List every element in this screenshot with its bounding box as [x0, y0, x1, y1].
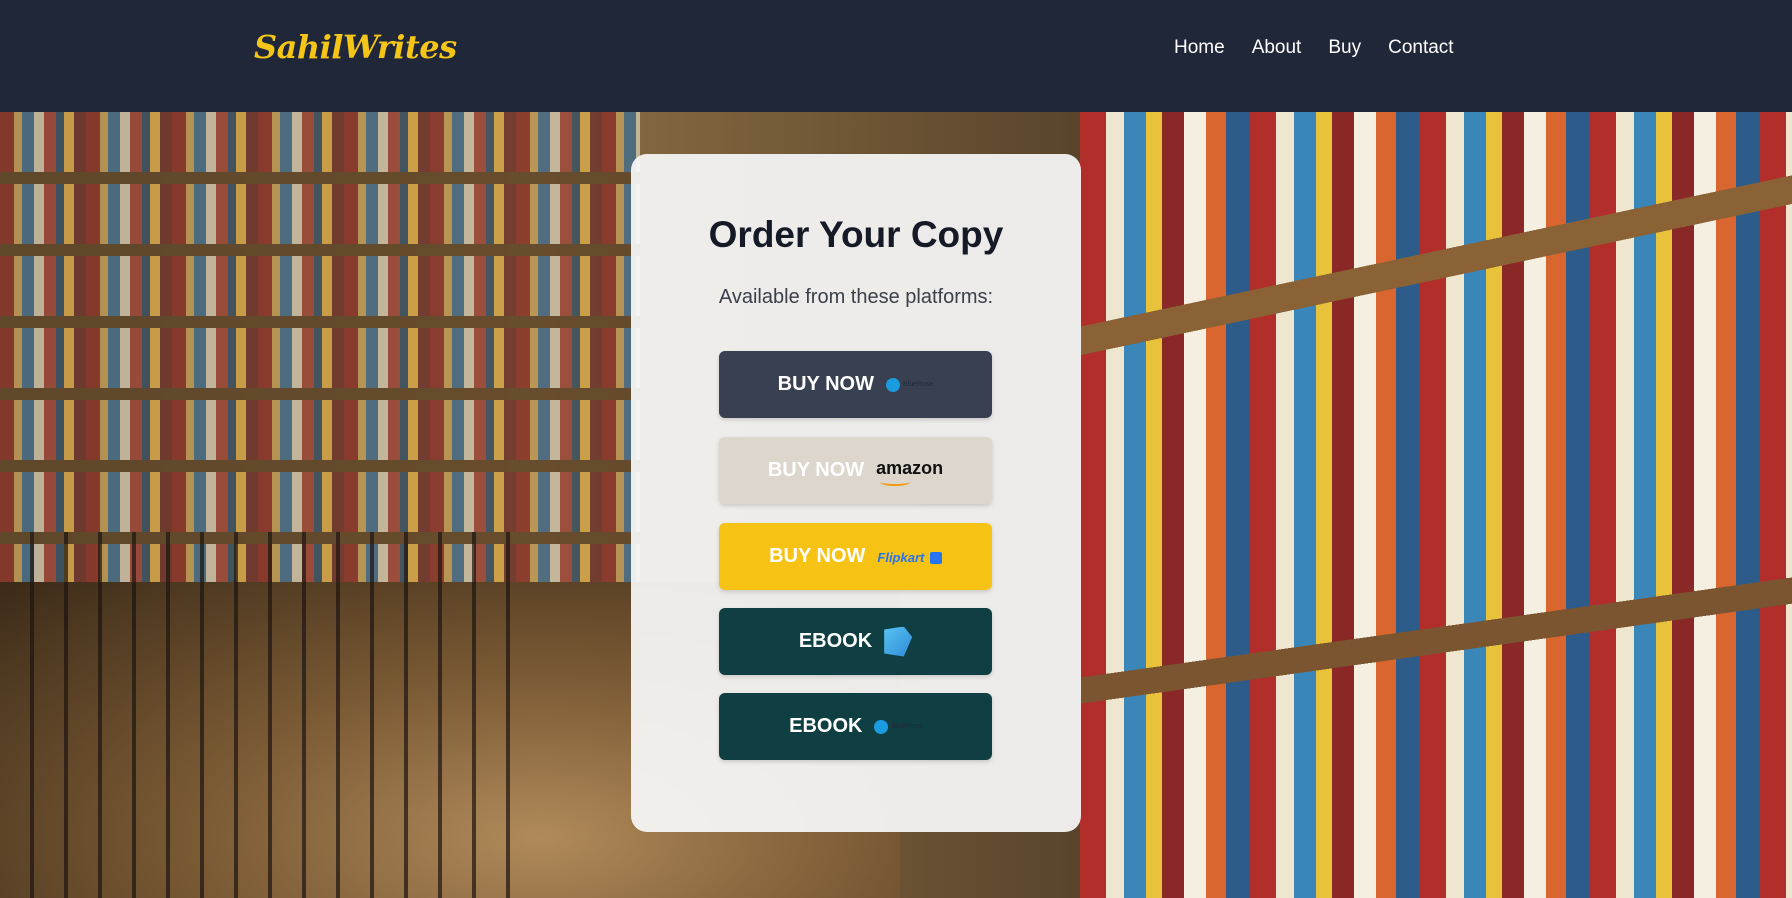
google-play-books-icon: [884, 626, 913, 657]
top-navbar: SahilWrites Home About Buy Contact: [0, 0, 1792, 112]
buy-label: BUY NOW: [777, 373, 874, 395]
ebook-label: EBOOK: [789, 715, 863, 737]
ebook-google-play-button[interactable]: EBOOK: [719, 608, 992, 675]
buy-label: BUY NOW: [769, 545, 866, 567]
site-logo[interactable]: SahilWrites: [254, 28, 457, 66]
flipkart-logo-icon: Flipkart: [877, 545, 942, 568]
railing: [0, 532, 520, 898]
ebook-label: EBOOK: [798, 630, 873, 652]
order-subtitle: Available from these platforms:: [718, 286, 994, 308]
order-card: Order Your Copy Available from these pla…: [631, 154, 1081, 832]
ebook-bluerose-button[interactable]: EBOOK BlueRose: [719, 693, 992, 760]
nav-about-link[interactable]: About: [1252, 37, 1302, 59]
bluerose-logo-icon: BlueRose: [874, 719, 922, 734]
nav-contact-link[interactable]: Contact: [1388, 37, 1453, 59]
buy-flipkart-button[interactable]: BUY NOW Flipkart: [719, 523, 992, 590]
nav-home-link[interactable]: Home: [1174, 37, 1225, 59]
amazon-logo-icon: amazon: [876, 458, 943, 486]
bookshelf-right: [1080, 112, 1792, 898]
buy-label: BUY NOW: [767, 459, 865, 481]
buy-amazon-button[interactable]: BUY NOW amazon: [719, 437, 992, 504]
nav-buy-link[interactable]: Buy: [1328, 37, 1361, 59]
buy-bluerose-button[interactable]: BUY NOW BlueRose: [719, 351, 992, 418]
order-title: Order Your Copy: [708, 214, 1004, 255]
bluerose-logo-icon: BlueRose: [885, 377, 933, 392]
main-nav: Home About Buy Contact: [1174, 37, 1481, 59]
